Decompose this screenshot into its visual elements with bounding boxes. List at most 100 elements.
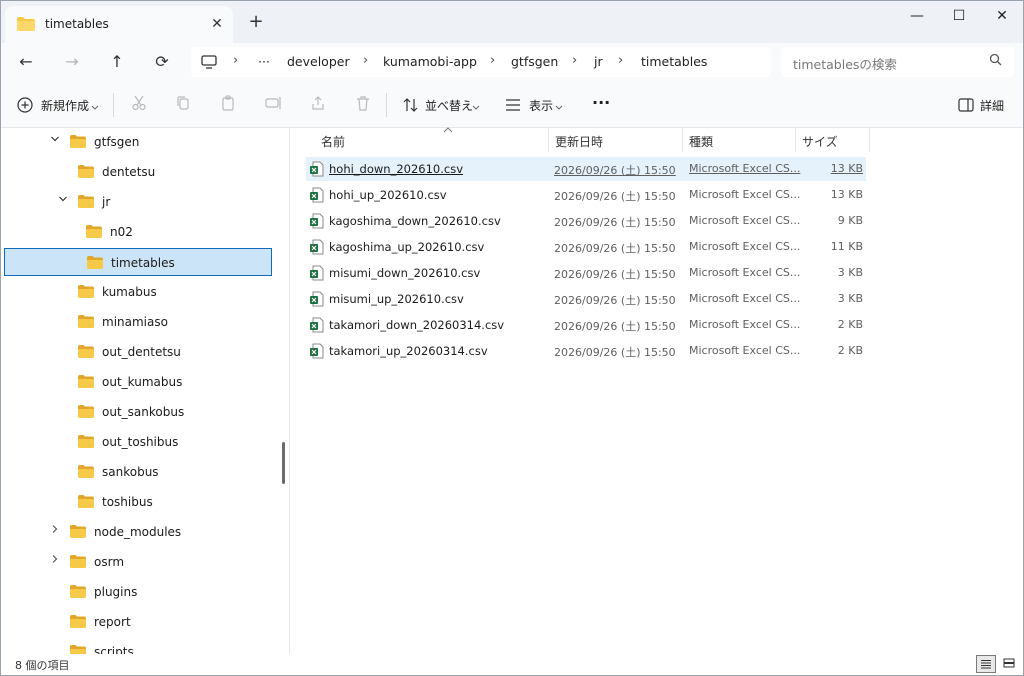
file-name: hohi_up_202610.csv <box>329 188 447 202</box>
sidebar-item-kumabus[interactable]: kumabus <box>4 278 272 306</box>
file-date: 2026/09/26 (土) 15:50 <box>554 190 676 203</box>
file-date: 2026/09/26 (土) 15:50 <box>554 320 676 333</box>
column-name-label: 名前 <box>321 135 346 149</box>
breadcrumb-timetables[interactable]: timetables <box>641 54 707 69</box>
chevron-down-icon[interactable] <box>56 194 70 207</box>
file-row[interactable]: hohi_up_202610.csv 2026/09/26 (土) 15:50 Mi… <box>306 183 866 207</box>
chevron-right-icon[interactable] <box>48 524 62 537</box>
sidebar-item-out-dentetsu[interactable]: out_dentetsu <box>4 338 272 366</box>
file-row[interactable]: misumi_up_202610.csv 2026/09/26 (土) 15:50… <box>306 287 866 311</box>
view-button[interactable]: 表示 <box>503 91 567 119</box>
close-window-button[interactable]: ✕ <box>979 1 1023 31</box>
sidebar-item-sankobus[interactable]: sankobus <box>4 458 272 486</box>
share-icon[interactable] <box>308 95 328 115</box>
breadcrumb-overflow[interactable]: ··· <box>258 54 270 69</box>
up-button[interactable]: ↑ <box>104 51 130 73</box>
sidebar-item-toshibus[interactable]: toshibus <box>4 488 272 516</box>
copy-icon[interactable] <box>173 95 193 115</box>
column-header-type[interactable]: 種類 <box>683 128 795 152</box>
file-row[interactable]: takamori_up_20260314.csv 2026/09/26 (土) 1… <box>306 339 866 363</box>
sidebar-item-plugins[interactable]: plugins <box>4 578 272 606</box>
sidebar-item-label: dentetsu <box>102 165 156 179</box>
sort-icon <box>403 97 419 116</box>
breadcrumb-jr[interactable]: jr <box>594 54 603 69</box>
sidebar-item-gtfsgen[interactable]: gtfsgen <box>4 128 272 156</box>
sort-button[interactable]: 並べ替え <box>401 91 481 119</box>
breadcrumb-kumamobi-app[interactable]: kumamobi-app <box>383 54 477 69</box>
sidebar-item-report[interactable]: report <box>4 608 272 636</box>
breadcrumb-separator[interactable]: › <box>572 53 577 68</box>
delete-icon[interactable] <box>353 95 373 115</box>
sidebar-item-timetables[interactable]: timetables <box>4 248 272 276</box>
forward-button[interactable]: → <box>59 51 85 73</box>
sidebar-item-n02[interactable]: n02 <box>4 218 272 246</box>
tab-close-button[interactable]: ✕ <box>205 12 229 36</box>
breadcrumb-separator[interactable]: › <box>233 53 238 68</box>
file-row[interactable]: kagoshima_up_202610.csv 2026/09/26 (土) 15… <box>306 235 866 259</box>
file-row[interactable]: misumi_down_202610.csv 2026/09/26 (土) 15:… <box>306 261 866 285</box>
details-pane-label: 詳細 <box>980 99 1005 113</box>
breadcrumb-separator[interactable]: › <box>490 53 495 68</box>
search-input[interactable]: timetablesの検索 <box>781 47 1014 77</box>
sidebar-item-out-sankobus[interactable]: out_sankobus <box>4 398 272 426</box>
sort-ascending-icon <box>443 125 453 136</box>
file-type: Microsoft Excel CS... <box>689 266 801 279</box>
file-row[interactable]: kagoshima_down_202610.csv 2026/09/26 (土) … <box>306 209 866 233</box>
tiles-view-icon <box>1003 658 1015 668</box>
column-header-name[interactable]: 名前 <box>306 125 549 152</box>
more-options-button[interactable]: ··· <box>592 93 610 112</box>
rename-icon[interactable] <box>263 95 283 115</box>
maximize-button[interactable]: ☐ <box>936 1 982 31</box>
chevron-down-icon <box>91 100 99 114</box>
paste-icon[interactable] <box>218 95 238 115</box>
sidebar-item-minamiaso[interactable]: minamiaso <box>4 308 272 336</box>
file-row[interactable]: takamori_down_20260314.csv 2026/09/26 (土)… <box>306 313 866 337</box>
tiles-view-button[interactable] <box>999 655 1019 673</box>
search-icon[interactable] <box>989 53 1002 70</box>
new-button[interactable]: 新規作成 <box>15 91 101 119</box>
sidebar-item-label: gtfsgen <box>94 135 140 149</box>
list-view-icon <box>505 98 521 115</box>
column-date-label: 更新日時 <box>555 135 604 149</box>
file-type: Microsoft Excel CS... <box>689 240 801 253</box>
breadcrumb-separator[interactable]: › <box>618 53 623 68</box>
column-header-date[interactable]: 更新日時 <box>549 128 682 152</box>
tab-timetables[interactable]: timetables ✕ <box>5 6 233 43</box>
file-row[interactable]: hohi_down_202610.csv 2026/09/26 (土) 15:50… <box>306 157 866 181</box>
cut-icon[interactable] <box>129 95 149 115</box>
command-divider <box>113 93 114 117</box>
chevron-down-icon[interactable] <box>48 134 62 147</box>
address-bar[interactable]: › ··· developer › kumamobi-app › gtfsgen… <box>191 47 771 77</box>
back-button[interactable]: ← <box>13 51 39 73</box>
excel-csv-icon <box>309 317 325 336</box>
minimize-button[interactable]: — <box>894 1 940 31</box>
sidebar-item-scripts[interactable]: scripts <box>4 638 272 654</box>
sidebar-item-out-kumabus[interactable]: out_kumabus <box>4 368 272 396</box>
file-name: kagoshima_down_202610.csv <box>329 214 501 228</box>
details-pane-button[interactable]: 詳細 <box>956 91 1012 119</box>
column-header-size[interactable]: サイズ <box>796 128 869 152</box>
file-type: Microsoft Excel CS... <box>689 292 801 305</box>
chevron-right-icon[interactable] <box>48 554 62 567</box>
file-size: 3 KB <box>837 266 863 279</box>
breadcrumb-gtfsgen[interactable]: gtfsgen <box>511 54 558 69</box>
sidebar-item-out-toshibus[interactable]: out_toshibus <box>4 428 272 456</box>
new-tab-button[interactable]: + <box>245 11 267 33</box>
computer-icon[interactable] <box>201 55 217 72</box>
breadcrumb-developer[interactable]: developer <box>287 54 350 69</box>
folder-icon <box>70 645 86 654</box>
sidebar-item-node-modules[interactable]: node_modules <box>4 518 272 546</box>
breadcrumb-separator[interactable]: › <box>363 53 368 68</box>
excel-csv-icon <box>309 239 325 258</box>
column-divider[interactable] <box>869 128 870 152</box>
sidebar-item-jr[interactable]: jr <box>4 188 272 216</box>
file-size: 9 KB <box>837 214 863 227</box>
refresh-button[interactable]: ⟳ <box>149 51 175 73</box>
sidebar-scrollbar[interactable] <box>282 442 285 484</box>
sidebar-item-osrm[interactable]: osrm <box>4 548 272 576</box>
sidebar-item-dentetsu[interactable]: dentetsu <box>4 158 272 186</box>
file-size: 3 KB <box>837 292 863 305</box>
details-view-button[interactable] <box>976 655 996 673</box>
view-button-label: 表示 <box>529 99 554 113</box>
folder-icon <box>78 375 94 391</box>
